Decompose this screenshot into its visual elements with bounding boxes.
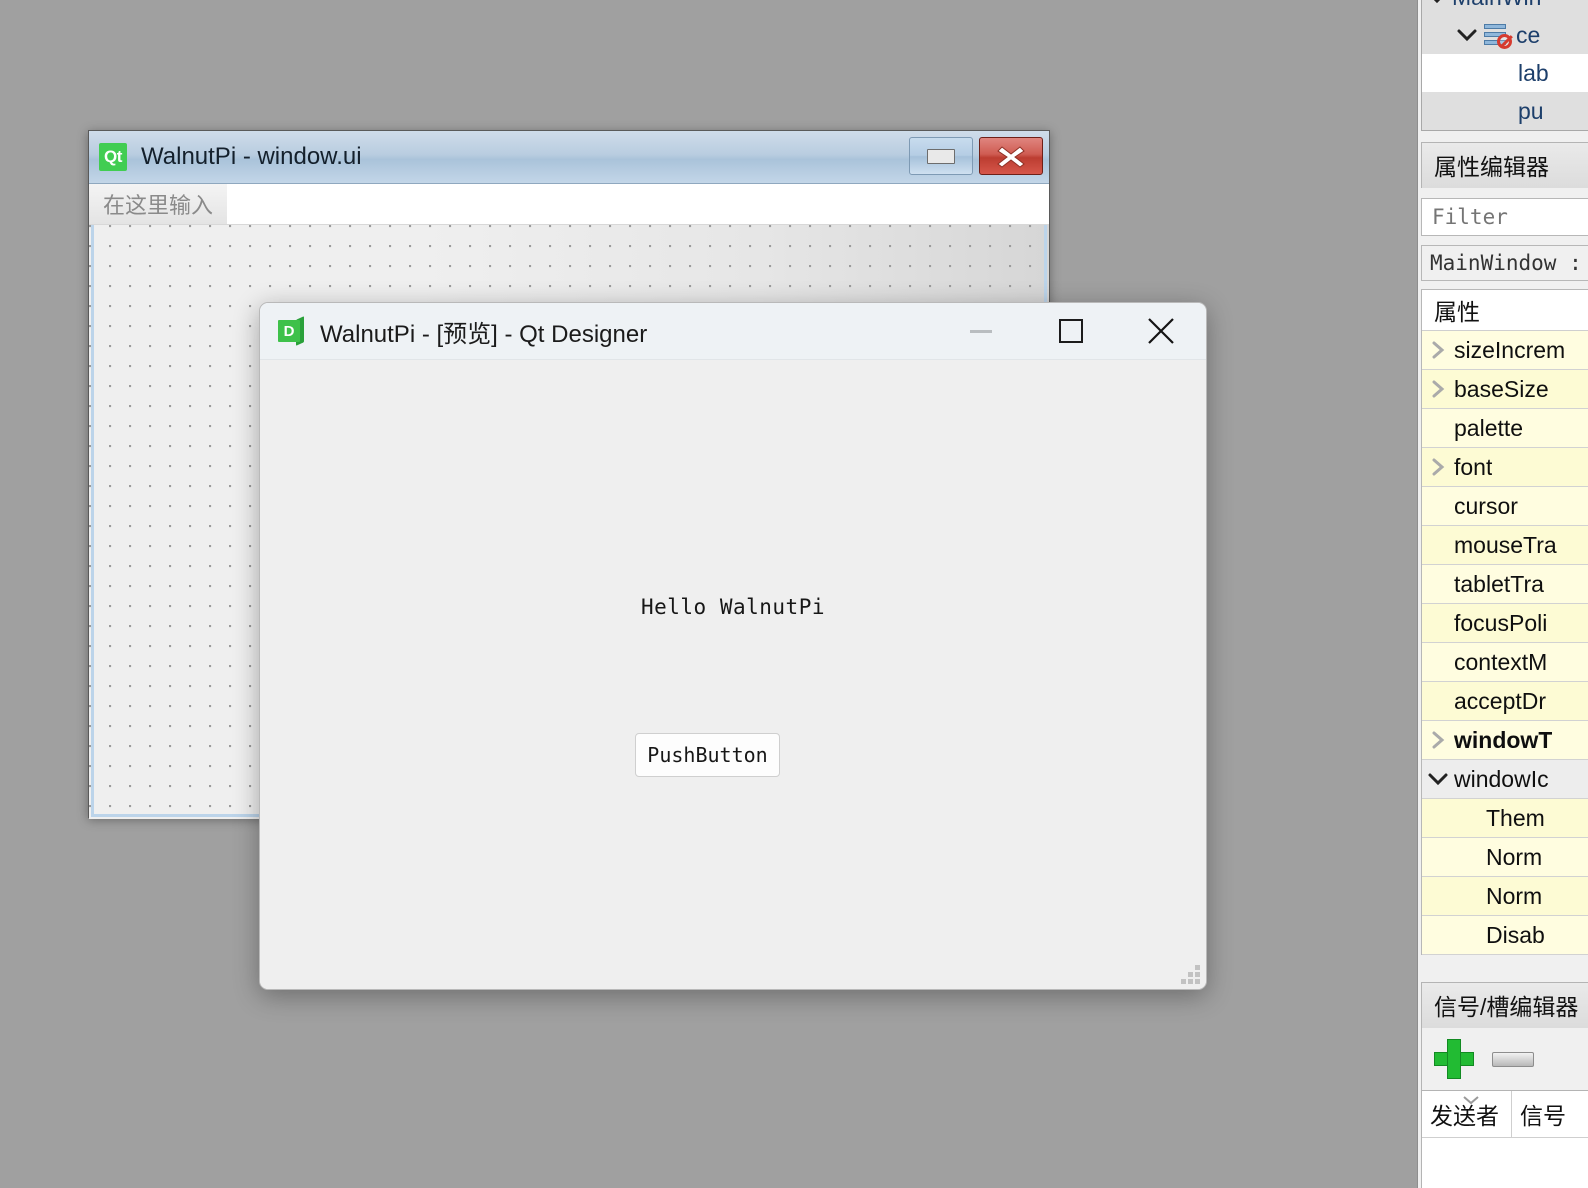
selected-object-class: MainWindow :: [1421, 245, 1588, 281]
tree-item-mainwindow[interactable]: MainWin: [1422, 0, 1588, 16]
table-row[interactable]: windowIc: [1422, 760, 1588, 799]
preview-window-controls: [936, 303, 1206, 359]
object-inspector-tree[interactable]: MainWin ce lab: [1421, 0, 1588, 131]
property-editor: 属性编辑器 MainWindow : 属性 sizeIncrem baseSiz…: [1421, 142, 1588, 955]
property-name: cursor: [1454, 492, 1518, 519]
filter-input[interactable]: [1421, 198, 1588, 236]
desktop-background: Qt WalnutPi - window.ui 在这里输入 D WalnutPi…: [0, 0, 1588, 1188]
tree-item-centralwidget[interactable]: ce: [1422, 16, 1588, 54]
table-row[interactable]: contextM: [1422, 643, 1588, 682]
table-row[interactable]: palette: [1422, 409, 1588, 448]
property-name: tabletTra: [1454, 570, 1544, 597]
chevron-down-icon[interactable]: [1422, 0, 1452, 4]
close-button[interactable]: [1116, 303, 1206, 359]
designer-window-title: WalnutPi - window.ui: [141, 143, 362, 170]
close-icon: [1148, 318, 1174, 344]
table-row[interactable]: Disab: [1422, 916, 1588, 955]
minimize-button[interactable]: [936, 303, 1026, 359]
tree-item-label: MainWin: [1452, 0, 1541, 11]
table-row[interactable]: sizeIncrem: [1422, 331, 1588, 370]
minimize-icon: [927, 148, 955, 164]
maximize-button[interactable]: [1026, 303, 1116, 359]
preview-window[interactable]: D WalnutPi - [预览] - Qt Designer Hello Wa…: [259, 302, 1207, 990]
no-layout-icon: [1482, 23, 1512, 49]
property-name: Them: [1486, 804, 1545, 831]
plus-icon-vertical: [1447, 1039, 1461, 1079]
tree-item-label: lab: [1518, 59, 1549, 86]
table-row[interactable]: tabletTra: [1422, 565, 1588, 604]
qt-icon: Qt: [99, 143, 127, 171]
minimize-button[interactable]: [909, 137, 973, 175]
table-row[interactable]: Them: [1422, 799, 1588, 838]
signal-slot-table[interactable]: 发送者 信号: [1421, 1090, 1588, 1188]
tree-item-label: pu: [1518, 97, 1544, 124]
sort-caret-icon: [1460, 1093, 1482, 1111]
table-row[interactable]: windowT: [1422, 721, 1588, 760]
property-name: Norm: [1486, 843, 1543, 870]
property-name: focusPoli: [1454, 609, 1548, 636]
signal-slot-toolbar: [1421, 1028, 1588, 1090]
designer-titlebar[interactable]: Qt WalnutPi - window.ui: [89, 131, 1049, 184]
right-dock-panel: MainWin ce lab: [1417, 0, 1588, 1188]
column-header-signal[interactable]: 信号: [1512, 1091, 1566, 1137]
tree-item-label-widget[interactable]: lab: [1422, 54, 1588, 92]
chevron-right-icon[interactable]: [1422, 379, 1454, 399]
property-table[interactable]: 属性 sizeIncrem baseSize palette font curs…: [1421, 289, 1588, 955]
tree-item-label: ce: [1516, 21, 1541, 48]
designer-window-controls: [909, 137, 1043, 175]
property-name: baseSize: [1454, 375, 1549, 402]
property-column-header: 属性: [1422, 290, 1588, 331]
table-row[interactable]: mouseTra: [1422, 526, 1588, 565]
push-button[interactable]: PushButton: [635, 733, 780, 777]
property-name: sizeIncrem: [1454, 336, 1566, 363]
chevron-down-icon[interactable]: [1452, 28, 1482, 42]
chevron-right-icon[interactable]: [1422, 457, 1454, 477]
tree-item-pushbutton-widget[interactable]: pu: [1422, 92, 1588, 130]
designer-icon-label: D: [283, 322, 295, 340]
hello-label: Hello WalnutPi: [640, 595, 825, 619]
preview-titlebar[interactable]: D WalnutPi - [预览] - Qt Designer: [260, 303, 1206, 360]
property-name: Disab: [1486, 921, 1545, 948]
preview-content-area: Hello WalnutPi PushButton: [260, 360, 1206, 989]
signal-slot-editor-dock-title[interactable]: 信号/槽编辑器: [1421, 982, 1588, 1028]
maximize-icon: [1059, 319, 1083, 343]
table-row[interactable]: cursor: [1422, 487, 1588, 526]
close-icon: [997, 146, 1025, 168]
property-name: mouseTra: [1454, 531, 1557, 558]
signal-slot-editor: 信号/槽编辑器 发送者 信号: [1421, 982, 1588, 1188]
signal-slot-table-header: 发送者 信号: [1422, 1091, 1588, 1138]
resize-grip[interactable]: [1180, 965, 1200, 985]
property-name: windowT: [1454, 726, 1553, 753]
property-editor-dock-title[interactable]: 属性编辑器: [1421, 142, 1588, 188]
table-row[interactable]: acceptDr: [1422, 682, 1588, 721]
preview-window-title: WalnutPi - [预览] - Qt Designer: [320, 320, 648, 348]
designer-menubar[interactable]: 在这里输入: [89, 184, 1049, 225]
menubar-placeholder[interactable]: 在这里输入: [89, 184, 228, 224]
remove-button[interactable]: [1492, 1051, 1534, 1067]
qt-icon-label: Qt: [104, 147, 122, 166]
close-button[interactable]: [979, 137, 1043, 175]
minimize-icon: [970, 329, 992, 333]
designer-icon: D: [278, 316, 304, 346]
property-name: font: [1454, 453, 1493, 480]
designer-icon-face: D: [278, 320, 300, 342]
chevron-right-icon[interactable]: [1422, 340, 1454, 360]
property-name: acceptDr: [1454, 687, 1547, 714]
property-name: palette: [1454, 414, 1524, 441]
table-row[interactable]: font: [1422, 448, 1588, 487]
property-name: Norm: [1486, 882, 1543, 909]
table-row[interactable]: focusPoli: [1422, 604, 1588, 643]
chevron-right-icon[interactable]: [1422, 730, 1454, 750]
chevron-down-icon[interactable]: [1422, 772, 1454, 786]
add-button[interactable]: [1434, 1039, 1474, 1079]
property-name: windowIc: [1454, 765, 1549, 792]
property-name: contextM: [1454, 648, 1548, 675]
table-row[interactable]: Norm: [1422, 838, 1588, 877]
table-row[interactable]: Norm: [1422, 877, 1588, 916]
table-row[interactable]: baseSize: [1422, 370, 1588, 409]
